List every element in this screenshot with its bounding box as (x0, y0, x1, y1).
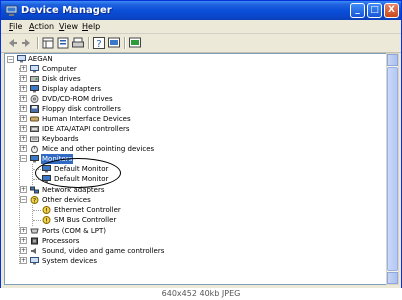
image-caption: 640x452 40kb JPEG (0, 288, 402, 300)
device-tree[interactable]: − AEGAN + Computer + Disk drives + Displ… (4, 53, 387, 285)
other-devices-icon: ? (30, 196, 39, 204)
minimize-button[interactable]: _ (350, 3, 365, 18)
expand-icon[interactable]: + (20, 105, 27, 112)
system-icon (30, 257, 39, 265)
display-icon (30, 85, 39, 93)
expand-icon[interactable]: + (20, 75, 27, 82)
tree-category-label: Processors (42, 237, 80, 245)
tree-category-label: Sound, video and game controllers (42, 247, 165, 255)
close-button[interactable]: X (384, 3, 399, 18)
expand-icon[interactable]: + (20, 125, 27, 132)
unknown-device-icon: ! (42, 206, 51, 214)
expand-icon[interactable]: + (20, 257, 27, 264)
expand-icon[interactable]: + (20, 227, 27, 234)
menu-file[interactable]: File (7, 20, 24, 33)
refresh-icon[interactable] (107, 36, 121, 50)
ide-icon (30, 126, 39, 132)
svg-text:!: ! (45, 218, 47, 225)
tree-category-label: System devices (42, 257, 97, 265)
svg-text:?: ? (96, 39, 101, 50)
menu-bar: File Action View Help (1, 20, 401, 34)
properties-icon[interactable] (56, 36, 70, 50)
expand-icon[interactable]: + (20, 65, 27, 72)
cdrom-icon (30, 95, 39, 103)
scan-icon[interactable] (128, 36, 142, 50)
scroll-up-button[interactable] (387, 54, 398, 66)
monitor-icon (30, 155, 39, 163)
collapse-icon[interactable]: − (7, 56, 14, 63)
tree-category-label: Network adapters (42, 186, 105, 194)
forward-icon[interactable] (20, 36, 34, 50)
tree-category-label: Ports (COM & LPT) (42, 227, 106, 235)
tree-root[interactable]: − AEGAN (5, 54, 375, 64)
title-bar[interactable]: Device Manager _ □ X (1, 1, 401, 20)
computer-icon (17, 55, 26, 63)
help-icon[interactable]: ? (92, 36, 106, 50)
device-manager-icon (5, 5, 18, 16)
menu-action[interactable]: Action (27, 20, 56, 33)
expand-icon[interactable]: + (20, 237, 27, 244)
device-manager-window: Device Manager _ □ X File Action View He… (0, 0, 402, 289)
hid-icon (30, 116, 39, 122)
toolbar: ? (1, 34, 401, 53)
tree-category-label: Keyboards (42, 135, 79, 143)
expand-icon[interactable]: + (20, 85, 27, 92)
tree-category-label: Human Interface Devices (42, 115, 131, 123)
expand-icon[interactable]: + (20, 145, 27, 152)
tree-category-label: Disk drives (42, 75, 81, 83)
network-icon (30, 186, 39, 194)
expand-icon[interactable]: + (20, 247, 27, 254)
collapse-icon[interactable]: − (20, 196, 27, 203)
tree-category-label: Other devices (42, 196, 91, 204)
expand-icon[interactable]: + (20, 115, 27, 122)
svg-text:!: ! (45, 208, 47, 215)
window-title: Device Manager (21, 5, 112, 16)
vertical-scrollbar[interactable] (386, 53, 399, 285)
sound-icon (31, 248, 36, 254)
tree-category-label: Mice and other pointing devices (42, 145, 155, 153)
svg-text:?: ? (33, 198, 36, 205)
tree-root-label: AEGAN (28, 55, 53, 63)
tree-category-label: IDE ATA/ATAPI controllers (42, 125, 130, 133)
keyboard-icon (30, 136, 39, 142)
tree-device-label: SM Bus Controller (54, 216, 117, 224)
tree-category-label: DVD/CD-ROM drives (42, 95, 113, 103)
highlight-annotation (35, 158, 121, 188)
tree-category-label: Floppy disk controllers (42, 105, 121, 113)
processor-icon (31, 237, 38, 245)
tree-device-label: Ethernet Controller (54, 206, 121, 214)
mouse-icon (31, 145, 38, 153)
expand-icon[interactable]: + (20, 186, 27, 193)
scroll-thumb[interactable] (387, 67, 398, 271)
menu-help[interactable]: Help (80, 20, 102, 33)
scroll-down-button[interactable] (387, 272, 398, 284)
floppy-icon (30, 105, 39, 113)
unknown-device-icon: ! (42, 216, 51, 224)
port-icon (30, 228, 39, 234)
disk-icon (30, 76, 39, 82)
collapse-icon[interactable]: − (20, 155, 27, 162)
tree-category-label: Computer (42, 65, 77, 73)
tree-category-label: Display adapters (42, 85, 102, 93)
maximize-button[interactable]: □ (367, 3, 382, 18)
back-icon[interactable] (5, 36, 19, 50)
computer-icon (30, 65, 39, 73)
view-icon[interactable] (41, 36, 55, 50)
expand-icon[interactable]: + (20, 135, 27, 142)
expand-icon[interactable]: + (20, 95, 27, 102)
menu-view[interactable]: View (57, 20, 80, 33)
print-icon[interactable] (71, 36, 85, 50)
